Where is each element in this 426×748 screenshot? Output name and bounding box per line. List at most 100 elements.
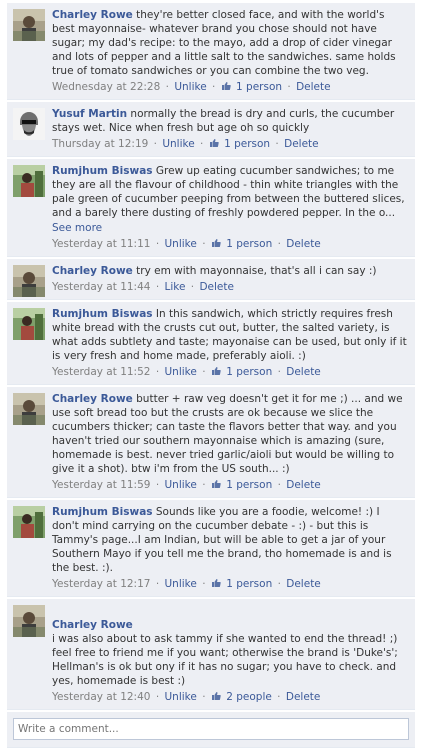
delete-link[interactable]: Delete [286, 578, 321, 590]
comment: Yusuf Martin normally the bread is dry a… [7, 102, 415, 157]
avatar[interactable] [13, 308, 45, 340]
avatar[interactable] [13, 165, 45, 197]
unlike-link[interactable]: Unlike [165, 691, 197, 703]
see-more-link[interactable]: See more [52, 221, 409, 235]
separator: · [155, 366, 160, 378]
comment: Rumjhum Biswas Grew up eating cucumber s… [7, 159, 415, 257]
separator: · [275, 138, 279, 150]
comment-meta: Yesterday at 11:11 · Unlike · 1 person ·… [52, 237, 409, 251]
comment-author[interactable]: Charley Rowe [52, 619, 133, 631]
delete-link[interactable]: Delete [284, 138, 319, 150]
delete-link[interactable]: Delete [199, 281, 234, 293]
comment-body: Charley Rowe try em with mayonnaise, tha… [52, 264, 409, 278]
delete-link[interactable]: Delete [286, 479, 321, 491]
avatar[interactable] [13, 265, 45, 297]
comment-author[interactable]: Charley Rowe [52, 9, 133, 21]
avatar[interactable] [13, 108, 45, 140]
delete-link[interactable]: Delete [286, 691, 321, 703]
comment-thread: Charley Rowe they're better closed face,… [7, 3, 415, 748]
comment: Charley Rowe try em with mayonnaise, tha… [7, 259, 415, 300]
separator: · [202, 366, 206, 378]
separator: · [212, 81, 216, 93]
comment: Rumjhum Biswas Sounds like you are a foo… [7, 500, 415, 597]
comment-meta: Wednesday at 22:28 · Unlike · 1 person ·… [52, 80, 409, 94]
thumbs-up-icon [211, 238, 221, 248]
avatar[interactable] [13, 506, 45, 538]
unlike-link[interactable]: Unlike [165, 238, 197, 250]
separator: · [190, 281, 195, 293]
separator: · [277, 238, 281, 250]
separator: · [200, 138, 204, 150]
separator: · [277, 366, 281, 378]
comment-timestamp[interactable]: Yesterday at 11:11 [52, 238, 150, 250]
separator: · [155, 691, 160, 703]
separator: · [287, 81, 291, 93]
comment-timestamp[interactable]: Yesterday at 11:52 [52, 366, 150, 378]
likes-count-link[interactable]: 1 person [236, 81, 282, 93]
comment-author[interactable]: Charley Rowe [52, 393, 133, 405]
unlike-link[interactable]: Unlike [165, 578, 197, 590]
delete-link[interactable]: Delete [296, 81, 331, 93]
comment-text: try em with mayonnaise, that's all i can… [136, 265, 377, 277]
separator: · [155, 578, 160, 590]
write-comment-input[interactable] [13, 718, 409, 740]
comment-text: butter + raw veg doesn't get it for me ;… [52, 393, 403, 475]
separator: · [277, 578, 281, 590]
likes-count-link[interactable]: 1 person [226, 238, 272, 250]
likes-count-link[interactable]: 1 person [224, 138, 270, 150]
thumbs-up-icon [211, 479, 221, 489]
like-link[interactable]: Like [165, 281, 186, 293]
comment-body: Rumjhum Biswas Grew up eating cucumber s… [52, 164, 409, 220]
unlike-link[interactable]: Unlike [165, 479, 197, 491]
comment-timestamp[interactable]: Yesterday at 11:44 [52, 281, 150, 293]
thumbs-up-icon [211, 691, 221, 701]
unlike-link[interactable]: Unlike [165, 366, 197, 378]
comment-meta: Yesterday at 11:52 · Unlike · 1 person ·… [52, 365, 409, 379]
separator: · [202, 578, 206, 590]
delete-link[interactable]: Delete [286, 366, 321, 378]
comment-timestamp[interactable]: Yesterday at 12:40 [52, 691, 150, 703]
likes-count-link[interactable]: 2 people [226, 691, 272, 703]
separator: · [277, 479, 281, 491]
comment-author[interactable]: Rumjhum Biswas [52, 506, 153, 518]
separator: · [155, 238, 160, 250]
comment-author[interactable]: Charley Rowe [52, 265, 133, 277]
thumbs-up-icon [211, 578, 221, 588]
comment-timestamp[interactable]: Thursday at 12:19 [52, 138, 148, 150]
likes-count-link[interactable]: 1 person [226, 479, 272, 491]
comment-meta: Yesterday at 12:17 · Unlike · 1 person ·… [52, 577, 409, 591]
comment-meta: Yesterday at 12:40 · Unlike · 2 people ·… [52, 690, 409, 704]
avatar[interactable] [13, 9, 45, 41]
comment-author[interactable]: Rumjhum Biswas [52, 308, 153, 320]
unlike-link[interactable]: Unlike [162, 138, 194, 150]
delete-link[interactable]: Delete [286, 238, 321, 250]
comment-timestamp[interactable]: Yesterday at 11:59 [52, 479, 150, 491]
comment: Rumjhum Biswas In this sandwich, which s… [7, 302, 415, 385]
comment: Charley Rowe butter + raw veg doesn't ge… [7, 387, 415, 498]
likes-count-link[interactable]: 1 person [226, 366, 272, 378]
separator: · [202, 238, 206, 250]
comment-body: Rumjhum Biswas In this sandwich, which s… [52, 307, 409, 363]
comment-author[interactable]: Rumjhum Biswas [52, 165, 153, 177]
separator: · [153, 138, 157, 150]
comment-body: Charley Rowe butter + raw veg doesn't ge… [52, 392, 409, 476]
thumbs-up-icon [221, 81, 231, 91]
comment-author[interactable]: Yusuf Martin [52, 108, 127, 120]
separator: · [277, 691, 281, 703]
avatar[interactable] [13, 393, 45, 425]
comment-timestamp[interactable]: Yesterday at 12:17 [52, 578, 150, 590]
comment-body: Yusuf Martin normally the bread is dry a… [52, 107, 409, 135]
comment-body: Charley Rowe i was also about to ask tam… [52, 604, 409, 688]
comment-meta: Yesterday at 11:59 · Unlike · 1 person ·… [52, 478, 409, 492]
write-comment-box [7, 712, 415, 748]
separator: · [155, 281, 160, 293]
comment-timestamp[interactable]: Wednesday at 22:28 [52, 81, 160, 93]
likes-count-link[interactable]: 1 person [226, 578, 272, 590]
avatar[interactable] [13, 605, 45, 637]
separator: · [165, 81, 169, 93]
unlike-link[interactable]: Unlike [174, 81, 206, 93]
separator: · [202, 691, 206, 703]
separator: · [155, 479, 160, 491]
comment-text: i was also about to ask tammy if she wan… [52, 633, 398, 687]
comment: Charley Rowe they're better closed face,… [7, 3, 415, 100]
